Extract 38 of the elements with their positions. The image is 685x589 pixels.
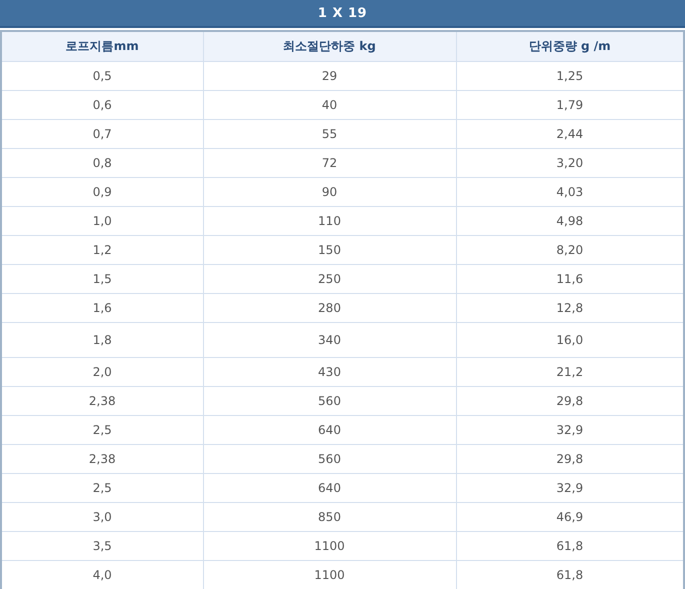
table-cell: 2,38 [1,386,203,416]
table-cell: 3,5 [1,532,203,560]
table-cell: 1,8 [1,322,203,358]
table-cell: 1,0 [1,206,203,236]
table-cell: 1,5 [1,264,203,294]
table-cell: 0,5 [1,62,203,90]
table-cell: 29 [203,62,456,90]
table-title: 1 X 19 [0,0,685,28]
table-cell: 90 [203,178,456,206]
table-cell: 2,5 [1,416,203,444]
table-cell: 560 [203,386,456,416]
table-cell: 2,0 [1,358,203,386]
table-cell: 640 [203,474,456,502]
table-cell: 1100 [203,532,456,560]
table-cell: 280 [203,294,456,322]
table-cell: 2,38 [1,444,203,474]
table-cell: 110 [203,206,456,236]
column-header: 로프지름mm [1,31,203,62]
table-cell: 560 [203,444,456,474]
table-cell: 250 [203,264,456,294]
table-cell: 2,5 [1,474,203,502]
table-cell: 3,0 [1,502,203,532]
table-cell: 72 [203,148,456,178]
table-cell: 430 [203,358,456,386]
column-header: 최소절단하중 kg [203,31,456,62]
table-cell: 1,6 [1,294,203,322]
table-cell: 0,9 [1,178,203,206]
table-cell: 1,2 [1,236,203,264]
table-cell: 55 [203,120,456,148]
table-cell: 0,6 [1,90,203,120]
table-cell: 40 [203,90,456,120]
table-cell: 0,8 [1,148,203,178]
table-cell: 150 [203,236,456,264]
table-cell: 640 [203,416,456,444]
table-cell: 850 [203,502,456,532]
table-cell: 0,7 [1,120,203,148]
table-cell: 340 [203,322,456,358]
column-header: 단위중량 g /m [456,31,684,62]
